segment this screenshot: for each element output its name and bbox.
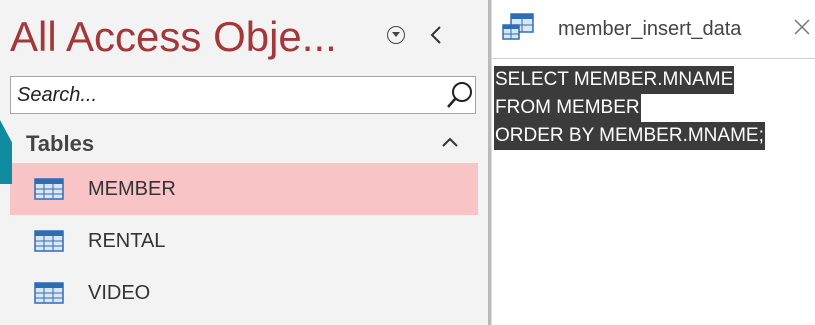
sql-line: FROM MEMBER xyxy=(494,94,641,122)
nav-pane-title[interactable]: All Access Obje... xyxy=(10,8,380,66)
query-icon xyxy=(502,13,534,40)
chevron-left-icon[interactable] xyxy=(425,18,449,52)
nav-item-member[interactable]: MEMBER xyxy=(10,163,478,215)
nav-item-label: VIDEO xyxy=(88,282,151,304)
tab-member-insert-data[interactable]: member_insert_data xyxy=(492,0,815,59)
nav-item-rental[interactable]: RENTAL xyxy=(10,215,478,267)
group-header-tables[interactable]: Tables xyxy=(26,128,426,160)
table-icon xyxy=(34,282,64,304)
callout-arrow xyxy=(0,120,12,184)
chevron-up-icon[interactable] xyxy=(438,130,462,154)
table-icon xyxy=(34,230,64,252)
table-icon xyxy=(34,178,64,200)
navigation-pane: All Access Obje... Tables MEMBER xyxy=(0,0,488,325)
close-icon[interactable] xyxy=(792,17,812,37)
sql-line: ORDER BY MEMBER.MNAME; xyxy=(494,122,765,150)
nav-item-video[interactable]: VIDEO xyxy=(10,267,478,319)
search-icon[interactable] xyxy=(445,80,475,110)
search-box xyxy=(10,76,476,114)
sql-editor[interactable]: SELECT MEMBER.MNAME FROM MEMBER ORDER BY… xyxy=(492,59,815,325)
tab-label: member_insert_data xyxy=(558,18,742,40)
search-input[interactable] xyxy=(11,77,443,113)
circle-chevron-down-icon[interactable] xyxy=(387,26,405,44)
nav-item-label: MEMBER xyxy=(88,178,176,200)
nav-item-label: RENTAL xyxy=(88,230,166,252)
sql-line: SELECT MEMBER.MNAME xyxy=(494,66,735,94)
